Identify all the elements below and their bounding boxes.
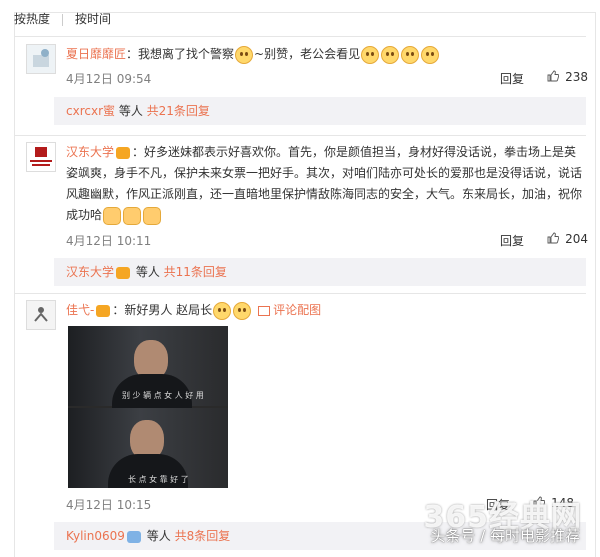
reply-summary[interactable]: cxrcxr蜜 等人 共21条回复 (54, 97, 586, 125)
fist-emoji-icon (103, 206, 122, 225)
verified-badge-icon (96, 304, 111, 317)
fist-emoji-icon (123, 206, 142, 225)
photo-frame-bottom: 长 点 女 靠 好 了 (68, 408, 228, 488)
emoji-icon (235, 45, 254, 64)
reply-button[interactable]: 回复 (500, 70, 524, 87)
divider (14, 36, 586, 37)
photo-caption: 别 少 辆 点 女 人 好 用 (122, 391, 204, 400)
comment-time: 4月12日 09:54 (66, 72, 152, 86)
comment-image-link[interactable]: 评论配图 (273, 303, 321, 317)
reply-count-link[interactable]: 共11条回复 (164, 265, 227, 279)
reply-summary[interactable]: 汉东大学 等人 共11条回复 (54, 258, 586, 286)
photo-frame-top: 别 少 辆 点 女 人 好 用 (68, 326, 228, 408)
photo-caption: 长 点 女 靠 好 了 (128, 475, 189, 484)
avatar-figure-icon (34, 307, 48, 322)
comment-time: 4月12日 10:11 (66, 234, 152, 248)
comment-username[interactable]: 夏日靡靡匠 (66, 47, 126, 61)
avatar[interactable] (26, 44, 56, 74)
comment-username[interactable]: 佳弋- (66, 303, 94, 317)
like-button[interactable]: 204 (547, 232, 588, 246)
avatar[interactable] (26, 142, 56, 172)
thumbs-up-icon (547, 232, 560, 244)
like-count: 238 (565, 70, 588, 84)
reply-username[interactable]: Kylin0609 (66, 529, 125, 543)
sort-tabs: 按热度 按时间 (14, 10, 123, 27)
comment-username[interactable]: 汉东大学 (66, 145, 114, 159)
like-button[interactable]: 238 (547, 70, 588, 84)
verified-badge-icon (116, 146, 131, 159)
reply-username[interactable]: 汉东大学 (66, 265, 114, 279)
verified-badge-icon (116, 266, 131, 279)
reply-username[interactable]: cxrcxr蜜 (66, 104, 115, 118)
tab-sort-time[interactable]: 按时间 (75, 10, 111, 27)
avatar[interactable] (26, 300, 56, 330)
reply-mid-text: 等人 (142, 529, 175, 543)
tab-sort-hot[interactable]: 按热度 (14, 10, 50, 27)
image-icon (258, 305, 271, 316)
comment-text: ：新好男人 赵局长 (112, 303, 213, 317)
comment-text: ：我想离了找个警察 (126, 47, 235, 61)
divider (14, 135, 586, 136)
comment-body: 佳弋- ：新好男人 赵局长 评论配图 (66, 300, 588, 321)
comment-text-2: ~别赞，老公会看见 (254, 47, 361, 61)
watermark-text: 头条号 / 每时电影推荐 (430, 527, 580, 545)
comment-body: 汉东大学 ：好多迷妹都表示好喜欢你。首先，你是颜值担当，身材好得没话说，拳击场上是… (66, 142, 588, 226)
emoji-icon (213, 301, 232, 320)
comment-item: 汉东大学 ：好多迷妹都表示好喜欢你。首先，你是颜值担当，身材好得没话说，拳击场上是… (12, 142, 588, 252)
reply-count-link[interactable]: 共8条回复 (175, 529, 231, 543)
thumbs-up-icon (547, 70, 560, 82)
comment-time: 4月12日 10:15 (66, 498, 152, 512)
comment-body: 夏日靡靡匠：我想离了找个警察 ~别赞，老公会看见 (66, 44, 588, 65)
emoji-icon (401, 45, 420, 64)
reply-mid-text: 等人 (115, 104, 147, 118)
tab-separator (62, 13, 64, 26)
emoji-icon (233, 301, 252, 320)
emoji-icon (421, 45, 440, 64)
reply-count-link[interactable]: 共21条回复 (147, 104, 210, 118)
reply-mid-text: 等人 (132, 265, 164, 279)
emoji-icon (381, 45, 400, 64)
divider (14, 293, 586, 294)
like-count: 204 (565, 232, 588, 246)
verified-badge-icon (126, 530, 141, 543)
reply-button[interactable]: 回复 (500, 232, 524, 249)
emoji-icon (361, 45, 380, 64)
avatar-image-icon (33, 49, 49, 67)
university-logo-icon (27, 143, 55, 171)
comment-photo[interactable]: 别 少 辆 点 女 人 好 用 长 点 女 靠 好 了 (68, 326, 228, 488)
fist-emoji-icon (143, 206, 162, 225)
